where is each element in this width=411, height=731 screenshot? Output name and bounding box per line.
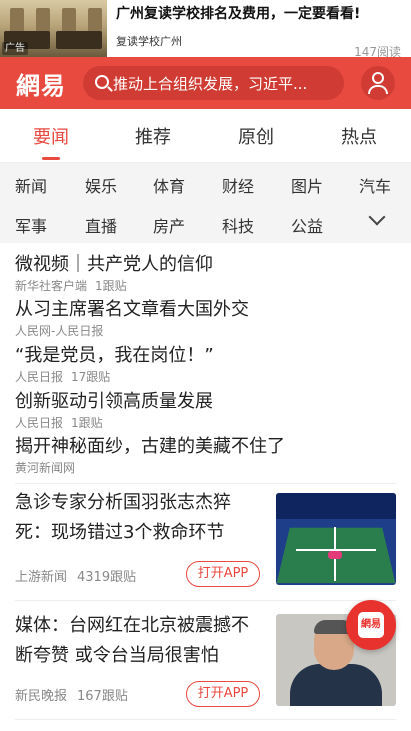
open-app-button[interactable]: 打开APP	[186, 681, 260, 707]
category-military[interactable]: 军事	[15, 213, 47, 237]
article-thumbnail-badminton[interactable]	[276, 493, 396, 585]
category-finance[interactable]: 财经	[222, 173, 254, 197]
tab-tuijian[interactable]: 推荐	[135, 123, 171, 149]
headline-item[interactable]: “我是党员，我在岗位！” 人民日报 17跟贴	[15, 341, 214, 385]
search-box[interactable]: 推动上合组织发展，习近平...	[83, 66, 344, 100]
user-icon	[372, 72, 384, 84]
category-auto[interactable]: 汽车	[359, 173, 391, 197]
main-tabs: 要闻 推荐 原创 热点	[0, 109, 411, 163]
open-app-button[interactable]: 打开APP	[186, 561, 260, 587]
ad-subtitle: 复读学校广州	[116, 35, 182, 48]
tab-yuanchuang[interactable]: 原创	[238, 123, 274, 149]
active-tab-indicator	[42, 157, 60, 160]
search-icon	[95, 75, 109, 89]
ad-image[interactable]: 广告	[0, 0, 107, 57]
category-realestate[interactable]: 房产	[153, 213, 185, 237]
ad-banner[interactable]: 广告 广州复读学校排名及费用，一定要看看! 复读学校广州 147阅读	[0, 0, 411, 59]
category-entertainment[interactable]: 娱乐	[85, 173, 117, 197]
chevron-down-icon[interactable]	[368, 208, 386, 226]
article-title[interactable]: 急诊专家分析国羽张志杰猝死：现场错过3个救命环节	[15, 488, 265, 548]
ad-title[interactable]: 广州复读学校排名及费用，一定要看看!	[116, 3, 360, 23]
category-tech[interactable]: 科技	[222, 213, 254, 237]
ad-badge: 广告	[2, 42, 28, 55]
tab-redian[interactable]: 热点	[341, 123, 377, 149]
headline-item[interactable]: 揭开神秘面纱，古建的美藏不住了 黄河新闻网	[15, 432, 285, 476]
floating-app-button[interactable]: 網易	[346, 600, 396, 650]
headline-item[interactable]: 微视频｜共产党人的信仰 新华社客户端 1跟贴	[15, 250, 213, 294]
divider	[15, 600, 396, 601]
header-bar: 網易 推动上合组织发展，习近平...	[0, 57, 411, 109]
category-charity[interactable]: 公益	[291, 213, 323, 237]
search-placeholder[interactable]: 推动上合组织发展，习近平...	[113, 73, 338, 94]
article-meta: 上游新闻 4319跟贴	[15, 570, 137, 585]
category-sports[interactable]: 体育	[153, 173, 185, 197]
divider	[15, 483, 396, 484]
netease-app-icon: 網易	[358, 612, 384, 638]
article-title[interactable]: 媒体：台网红在北京被震撼不断夸赞 或令台当局很害怕	[15, 611, 265, 671]
netease-logo[interactable]: 網易	[16, 66, 66, 101]
category-grid: 新闻 娱乐 体育 财经 图片 汽车 军事 直播 房产 科技 公益	[0, 163, 411, 243]
category-photos[interactable]: 图片	[291, 173, 323, 197]
category-news[interactable]: 新闻	[15, 173, 47, 197]
user-button[interactable]	[361, 66, 395, 100]
headline-item[interactable]: 从习主席署名文章看大国外交 人民网-人民日报	[15, 295, 249, 339]
article-meta: 新民晚报 167跟贴	[15, 689, 128, 704]
divider	[15, 719, 396, 720]
tab-yaowen[interactable]: 要闻	[33, 123, 69, 149]
headline-item[interactable]: 创新驱动引领高质量发展 人民日报 1跟贴	[15, 387, 213, 431]
category-live[interactable]: 直播	[85, 213, 117, 237]
